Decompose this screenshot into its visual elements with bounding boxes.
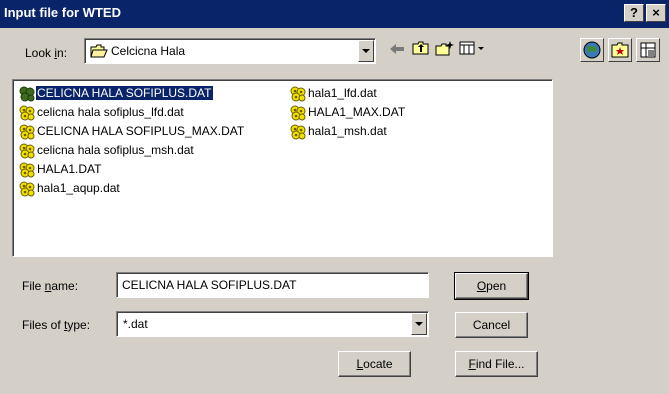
close-button[interactable]: × (646, 4, 666, 22)
file-item-name: celicna hala sofiplus_msh.dat (37, 143, 194, 157)
help-button[interactable]: ? (624, 4, 644, 22)
properties-icon[interactable] (636, 38, 660, 62)
locate-button[interactable]: Locate (338, 351, 411, 377)
cancel-button[interactable]: Cancel (455, 312, 528, 338)
title-bar[interactable]: Input file for WTED ? × (0, 0, 669, 28)
back-arrow-icon[interactable] (386, 40, 408, 62)
file-type-dropdown-button[interactable] (411, 313, 427, 335)
look-in-value: Celcicna Hala (111, 44, 186, 58)
file-item-name: HALA1_MAX.DAT (308, 105, 406, 119)
data-file-icon (18, 161, 36, 179)
window-title: Input file for WTED (4, 5, 121, 20)
file-item-name: hala1_lfd.dat (308, 86, 377, 100)
file-name-label: File name: (22, 279, 79, 293)
look-in-label: Look in: (25, 46, 68, 60)
file-item-name: CELICNA HALA SOFIPLUS.DAT (35, 85, 214, 101)
file-dialog: Input file for WTED ? × Look in: Celcicn… (0, 0, 669, 394)
file-item-name: hala1_msh.dat (308, 124, 387, 138)
file-item-name: hala1_aqup.dat (37, 181, 120, 195)
file-item-name: HALA1.DAT (37, 162, 102, 176)
look-in-dropdown-button[interactable] (358, 40, 374, 62)
data-file-icon (18, 180, 36, 198)
globe-icon[interactable] (580, 38, 604, 62)
data-file-icon (18, 123, 36, 141)
data-file-icon (18, 85, 36, 103)
file-name-input[interactable]: CELICNA HALA SOFIPLUS.DAT (116, 272, 429, 298)
file-list[interactable]: CELICNA HALA SOFIPLUS.DAT celicna hala so… (12, 79, 553, 257)
find-file-button[interactable]: Find File... (455, 351, 538, 377)
file-name-value: CELICNA HALA SOFIPLUS.DAT (122, 278, 297, 292)
file-type-value: *.dat (123, 317, 148, 331)
favorites-folder-icon[interactable] (608, 38, 632, 62)
file-type-label: Files of type: (22, 318, 91, 332)
view-menu-icon[interactable] (458, 40, 488, 62)
look-in-combo[interactable]: Celcicna Hala (84, 38, 376, 64)
new-folder-icon[interactable] (434, 40, 456, 62)
data-file-icon (18, 104, 36, 122)
file-item-name: CELICNA HALA SOFIPLUS_MAX.DAT (37, 124, 245, 138)
data-file-icon (289, 123, 307, 141)
open-button[interactable]: Open (454, 272, 529, 300)
data-file-icon (289, 85, 307, 103)
data-file-icon (18, 142, 36, 160)
file-item-name: celicna hala sofiplus_lfd.dat (37, 105, 184, 119)
data-file-icon (289, 104, 307, 122)
up-folder-icon[interactable] (410, 40, 432, 62)
file-type-select[interactable]: *.dat (116, 311, 429, 337)
folder-open-icon (90, 44, 108, 58)
